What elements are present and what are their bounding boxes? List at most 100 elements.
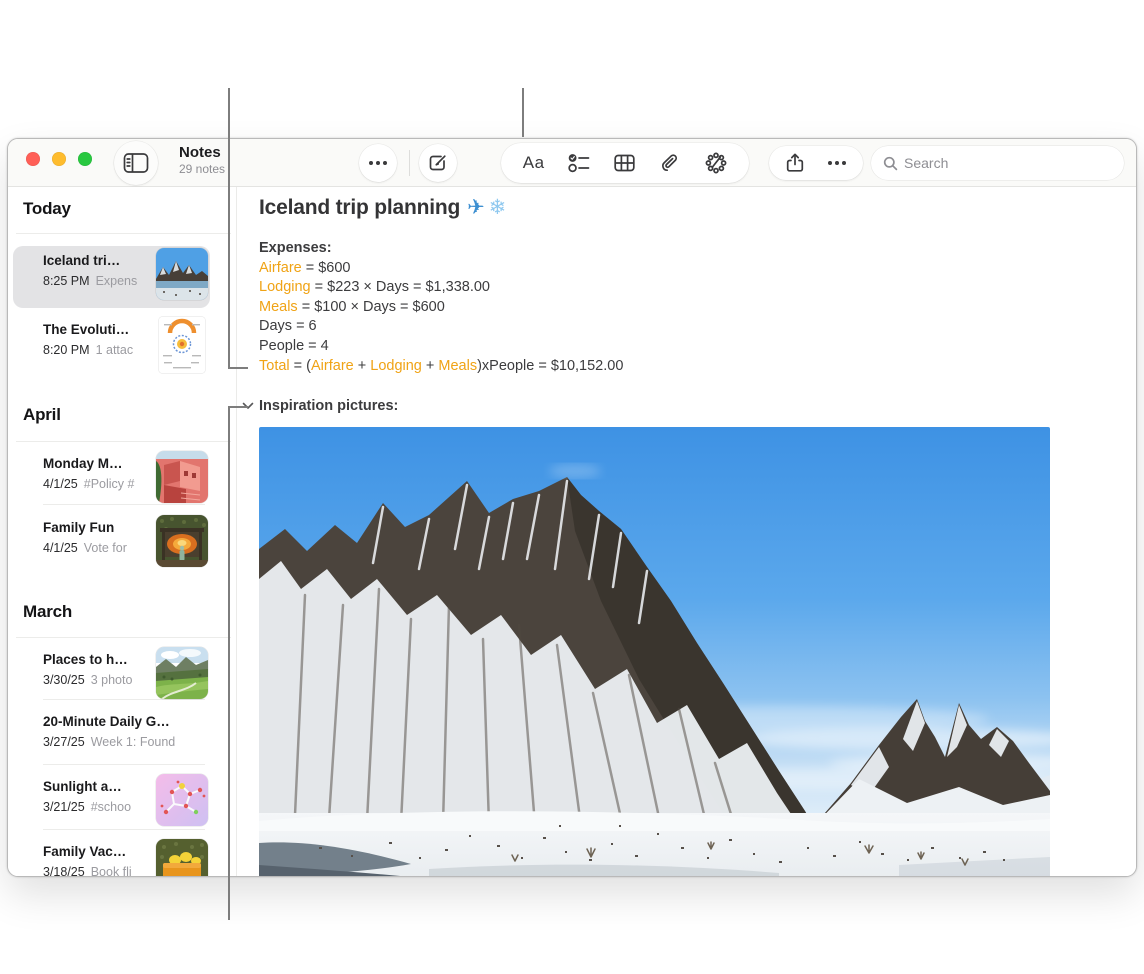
math-token: Lodging	[259, 279, 311, 295]
note-list-item[interactable]: Monday M… 4/1/25 #Policy #	[13, 449, 210, 511]
note-list-item[interactable]: 20-Minute Daily G… 3/27/25 Week 1: Found	[13, 707, 210, 769]
note-list-item[interactable]: Iceland tri…8:25 PMExpens	[13, 246, 210, 308]
compose-icon	[428, 153, 448, 173]
note-count: 29 notes	[179, 162, 225, 176]
red-building-thumbnail	[156, 451, 208, 503]
minimize-button[interactable]	[52, 152, 66, 166]
note-item-meta: 3/27/25 Week 1: Found	[43, 735, 208, 749]
search-placeholder: Search	[904, 155, 948, 171]
note-line: Total = (Airfare + Lodging + Meals)xPeop…	[259, 357, 623, 377]
note-list-item[interactable]: Places to h… 3/30/25 3 photo	[13, 645, 210, 707]
family-fire-thumbnail	[156, 515, 208, 567]
note-item-date: 8:20 PM	[43, 343, 90, 357]
attachment-icon	[661, 153, 681, 173]
scribble-button[interactable]	[699, 146, 733, 180]
note-line: Airfare = $600	[259, 259, 623, 279]
section-divider	[16, 637, 231, 638]
note-item-meta: 3/21/25 #schoo	[43, 800, 155, 814]
note-more-button[interactable]	[822, 146, 852, 180]
new-note-button[interactable]	[419, 144, 457, 182]
note-item-meta: 4/1/25 Vote for	[43, 541, 155, 555]
titlebar: Notes 29 notes Aa	[8, 139, 1136, 187]
sidebar-toggle-icon	[123, 152, 149, 174]
note-item-date: 4/1/25	[43, 541, 78, 555]
note-item-snippet: Week 1: Found	[91, 735, 176, 749]
scribble-icon	[705, 152, 727, 174]
sidebar-more-button[interactable]	[359, 144, 397, 182]
share-toolbar-group	[769, 146, 863, 180]
note-item-date: 3/30/25	[43, 673, 85, 687]
toolbar-divider	[409, 150, 410, 176]
note-item-meta: 3/18/25Book fli	[43, 865, 155, 877]
note-item-title: Iceland tri…	[43, 253, 155, 268]
note-item-title: 20-Minute Daily G…	[43, 714, 208, 729]
note-item-title: Family Vac…	[43, 844, 155, 859]
math-token: Meals	[438, 358, 477, 374]
note-item-date: 4/1/25	[43, 477, 78, 491]
green-landscape-thumbnail	[156, 647, 208, 699]
note-item-title: Monday M…	[43, 456, 155, 471]
note-item-title: The Evoluti…	[43, 322, 155, 337]
math-token: Airfare	[259, 260, 302, 276]
note-item-snippet: 1 attac	[96, 343, 134, 357]
attachment-button[interactable]	[654, 146, 688, 180]
note-item-date: 3/21/25	[43, 800, 85, 814]
inspiration-section-row: Inspiration pictures:	[240, 396, 398, 416]
note-list-item[interactable]: The Evoluti… 8:20 PM 1 attac	[13, 315, 210, 377]
notes-list-sidebar: TodayIceland tri…8:25 PMExpensThe Evolut…	[8, 187, 237, 877]
format-text-button[interactable]: Aa	[517, 146, 551, 180]
note-list-item[interactable]: Family Fun4/1/25Vote for	[13, 513, 210, 575]
note-title: Iceland trip planning✈❄	[259, 195, 506, 220]
math-token: Meals	[259, 299, 298, 315]
math-token: Lodging	[370, 358, 422, 374]
math-token: Total	[259, 358, 290, 374]
app-title-block: Notes 29 notes	[179, 144, 225, 176]
format-icon: Aa	[523, 153, 545, 173]
note-item-snippet: #Policy #	[84, 477, 135, 491]
share-icon	[786, 153, 804, 173]
snowflake-emoji: ❄	[489, 196, 506, 219]
note-item-meta: 3/30/25 3 photo	[43, 673, 155, 687]
zoom-button[interactable]	[78, 152, 92, 166]
notes-window: Notes 29 notes Aa	[7, 138, 1137, 877]
note-list-item[interactable]: Sunlight a… 3/21/25 #schoo	[13, 772, 210, 834]
note-item-snippet: 3 photo	[91, 673, 133, 687]
share-button[interactable]	[780, 146, 810, 180]
callout-line-section-vertical	[228, 406, 230, 920]
sidebar-toggle-button[interactable]	[114, 141, 158, 185]
note-item-date: 3/27/25	[43, 735, 85, 749]
note-line: Expenses:	[259, 239, 623, 259]
more-icon	[369, 161, 387, 165]
app-title: Notes	[179, 144, 225, 161]
table-button[interactable]	[608, 146, 642, 180]
callout-line-format	[522, 88, 524, 137]
callout-line-total-foot	[228, 367, 248, 369]
section-divider	[16, 441, 231, 442]
format-toolbar-group: Aa	[501, 143, 749, 183]
callout-line-section-arm	[228, 406, 248, 408]
note-list-item[interactable]: Family Vac… 3/18/25Book fli	[13, 837, 210, 877]
note-item-date: 3/18/25	[43, 865, 85, 877]
note-body: Expenses:Airfare = $600Lodging = $223 × …	[259, 239, 623, 376]
inspiration-section-header: Inspiration pictures:	[259, 398, 398, 414]
checklist-icon	[568, 153, 590, 173]
callout-line-total-vertical	[228, 88, 230, 369]
note-item-snippet: #schoo	[91, 800, 131, 814]
note-editor[interactable]: Iceland trip planning✈❄ Expenses:Airfare…	[238, 187, 1136, 877]
note-item-title: Places to h…	[43, 652, 155, 667]
inspiration-photo-mountain[interactable]	[259, 427, 1050, 877]
checklist-button[interactable]	[562, 146, 596, 180]
section-header-today: Today	[23, 199, 71, 219]
close-button[interactable]	[26, 152, 40, 166]
more-icon	[828, 161, 846, 165]
note-item-snippet: Vote for	[84, 541, 127, 555]
table-icon	[614, 154, 635, 172]
note-item-title: Sunlight a…	[43, 779, 155, 794]
note-item-date: 8:25 PM	[43, 274, 90, 288]
iceland-mountain-thumbnail	[156, 248, 208, 300]
search-input[interactable]: Search	[871, 146, 1124, 180]
search-icon	[883, 156, 898, 171]
note-line: People = 4	[259, 337, 623, 357]
lemons-thumbnail	[156, 839, 208, 877]
note-line: Days = 6	[259, 317, 623, 337]
